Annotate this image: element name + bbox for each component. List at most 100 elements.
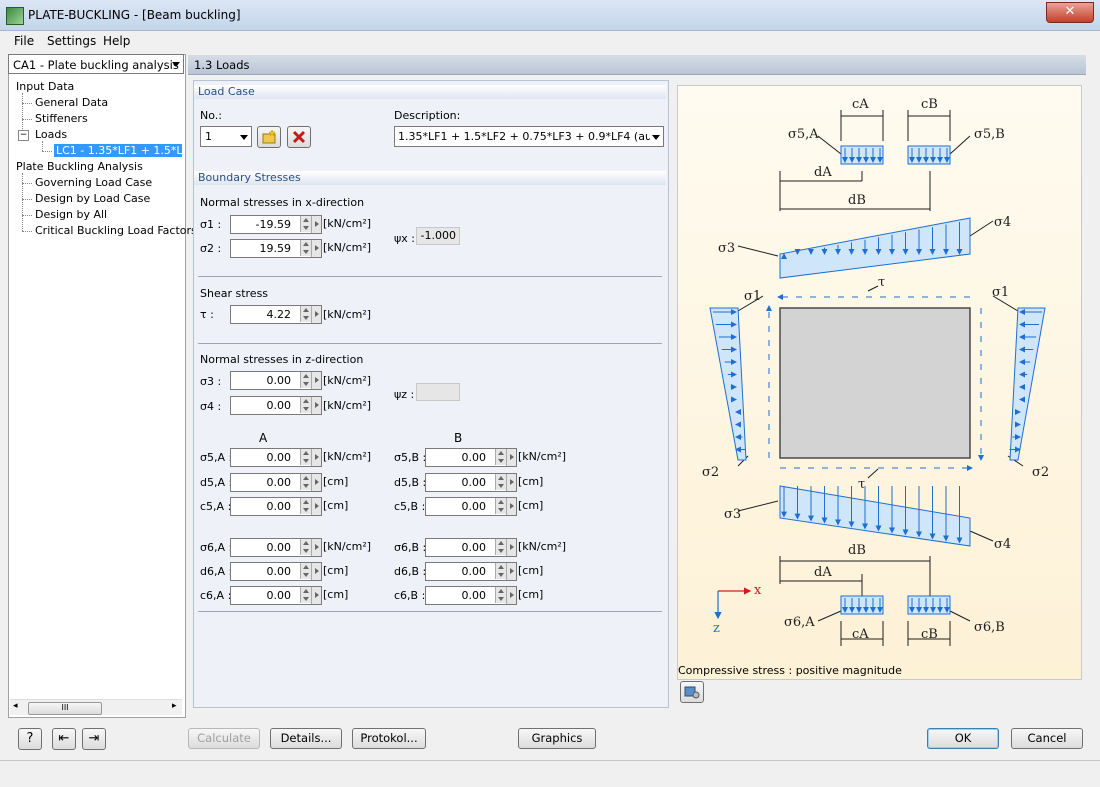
point-stress-input-b[interactable]: 0.00 [425, 586, 517, 605]
spin-right-icon[interactable] [506, 498, 516, 515]
spin-right-icon[interactable] [506, 587, 516, 604]
spin-down-icon[interactable] [300, 482, 311, 490]
point-stress-input-b[interactable]: 0.00 [425, 473, 517, 492]
spin-right-icon[interactable] [506, 474, 516, 491]
tree-item-governing-load-case[interactable]: Governing Load Case [35, 176, 152, 189]
spin-up-icon[interactable] [300, 306, 311, 314]
spin-up-icon[interactable] [495, 474, 506, 482]
tree-item-critical-buckling-load-factors[interactable]: Critical Buckling Load Factors [35, 224, 197, 237]
spin-up-icon[interactable] [300, 474, 311, 482]
spin-up-icon[interactable] [300, 539, 311, 547]
spin-down-icon[interactable] [300, 506, 311, 514]
menu-file[interactable]: File [14, 34, 34, 48]
point-stress-input-a[interactable]: 0.00 [230, 473, 322, 492]
spin-down-icon[interactable] [495, 506, 506, 514]
spin-down-icon[interactable] [300, 405, 311, 413]
point-stress-input-a[interactable]: 0.00 [230, 448, 322, 467]
scroll-thumb[interactable]: III [28, 702, 102, 715]
spin-up-icon[interactable] [495, 587, 506, 595]
spin-down-icon[interactable] [495, 595, 506, 603]
spin-right-icon[interactable] [311, 474, 321, 491]
next-button[interactable]: ⇥ [82, 728, 106, 750]
tree-item-loads[interactable]: Loads [35, 128, 67, 141]
spin-right-icon[interactable] [311, 563, 321, 580]
spin-down-icon[interactable] [495, 482, 506, 490]
spin-right-icon[interactable] [506, 449, 516, 466]
sigma2-input[interactable]: 19.59 [230, 239, 322, 258]
spin-up-icon[interactable] [495, 449, 506, 457]
spin-right-icon[interactable] [311, 216, 321, 233]
close-button[interactable]: ✕ [1046, 2, 1094, 23]
spin-down-icon[interactable] [495, 547, 506, 555]
spin-up-icon[interactable] [495, 563, 506, 571]
spin-up-icon[interactable] [495, 539, 506, 547]
cancel-button[interactable]: Cancel [1011, 728, 1083, 749]
spin-right-icon[interactable] [311, 587, 321, 604]
menu-help[interactable]: Help [103, 34, 130, 48]
new-load-case-button[interactable] [257, 126, 281, 148]
point-stress-input-a[interactable]: 0.00 [230, 586, 322, 605]
details-button[interactable]: Details... [270, 728, 342, 749]
tree-item-design-by-all[interactable]: Design by All [35, 208, 107, 221]
sigma1-input[interactable]: -19.59 [230, 215, 322, 234]
load-case-number-dropdown[interactable]: 1 [200, 126, 252, 147]
collapse-icon[interactable]: − [18, 130, 29, 141]
spin-down-icon[interactable] [300, 248, 311, 256]
spin-down-icon[interactable] [300, 224, 311, 232]
tree-item-plate-buckling-analysis[interactable]: Plate Buckling Analysis [16, 160, 143, 173]
spin-right-icon[interactable] [506, 563, 516, 580]
spin-up-icon[interactable] [300, 498, 311, 506]
point-stress-input-a[interactable]: 0.00 [230, 562, 322, 581]
spin-up-icon[interactable] [300, 372, 311, 380]
point-stress-input-a[interactable]: 0.00 [230, 538, 322, 557]
spin-up-icon[interactable] [300, 216, 311, 224]
spin-up-icon[interactable] [300, 587, 311, 595]
graphics-button[interactable]: Graphics [518, 728, 596, 749]
spin-down-icon[interactable] [300, 457, 311, 465]
spin-up-icon[interactable] [300, 397, 311, 405]
tau-input[interactable]: 4.22 [230, 305, 322, 324]
spin-right-icon[interactable] [311, 539, 321, 556]
horizontal-scrollbar[interactable]: ◂ III ▸ [10, 699, 182, 715]
menu-settings[interactable]: Settings [47, 34, 96, 48]
spin-right-icon[interactable] [311, 372, 321, 389]
delete-load-case-button[interactable] [287, 126, 311, 148]
sigma3-input[interactable]: 0.00 [230, 371, 322, 390]
diagram-options-button[interactable] [680, 681, 704, 703]
case-dropdown[interactable]: CA1 - Plate buckling analysis [8, 54, 184, 74]
spin-up-icon[interactable] [495, 498, 506, 506]
scroll-left-icon[interactable]: ◂ [13, 701, 18, 711]
tree-item-general-data[interactable]: General Data [35, 96, 108, 109]
spin-right-icon[interactable] [506, 539, 516, 556]
point-stress-input-b[interactable]: 0.00 [425, 497, 517, 516]
spin-right-icon[interactable] [311, 397, 321, 414]
spin-down-icon[interactable] [300, 547, 311, 555]
spin-down-icon[interactable] [300, 571, 311, 579]
spin-right-icon[interactable] [311, 449, 321, 466]
point-stress-input-b[interactable]: 0.00 [425, 448, 517, 467]
tree-item-input-data[interactable]: Input Data [16, 80, 74, 93]
tree-item-lc1[interactable]: LC1 - 1.35*LF1 + 1.5*LF2 + 0.75*LF3 [54, 144, 182, 157]
spin-up-icon[interactable] [300, 240, 311, 248]
calculate-button[interactable]: Calculate [188, 728, 260, 749]
spin-down-icon[interactable] [300, 380, 311, 388]
ok-button[interactable]: OK [927, 728, 999, 749]
spin-down-icon[interactable] [300, 595, 311, 603]
protokol-button[interactable]: Protokol... [352, 728, 426, 749]
spin-right-icon[interactable] [311, 498, 321, 515]
previous-button[interactable]: ⇤ [52, 728, 76, 750]
spin-right-icon[interactable] [311, 306, 321, 323]
spin-up-icon[interactable] [300, 449, 311, 457]
point-stress-input-a[interactable]: 0.00 [230, 497, 322, 516]
spin-up-icon[interactable] [300, 563, 311, 571]
sigma4-input[interactable]: 0.00 [230, 396, 322, 415]
point-stress-input-b[interactable]: 0.00 [425, 538, 517, 557]
tree-item-stiffeners[interactable]: Stiffeners [35, 112, 88, 125]
scroll-right-icon[interactable]: ▸ [172, 701, 177, 711]
point-stress-input-b[interactable]: 0.00 [425, 562, 517, 581]
spin-down-icon[interactable] [495, 457, 506, 465]
spin-down-icon[interactable] [300, 314, 311, 322]
description-dropdown[interactable]: 1.35*LF1 + 1.5*LF2 + 0.75*LF3 + 0.9*LF4 … [394, 126, 664, 147]
tree-item-design-by-load-case[interactable]: Design by Load Case [35, 192, 150, 205]
spin-down-icon[interactable] [495, 571, 506, 579]
